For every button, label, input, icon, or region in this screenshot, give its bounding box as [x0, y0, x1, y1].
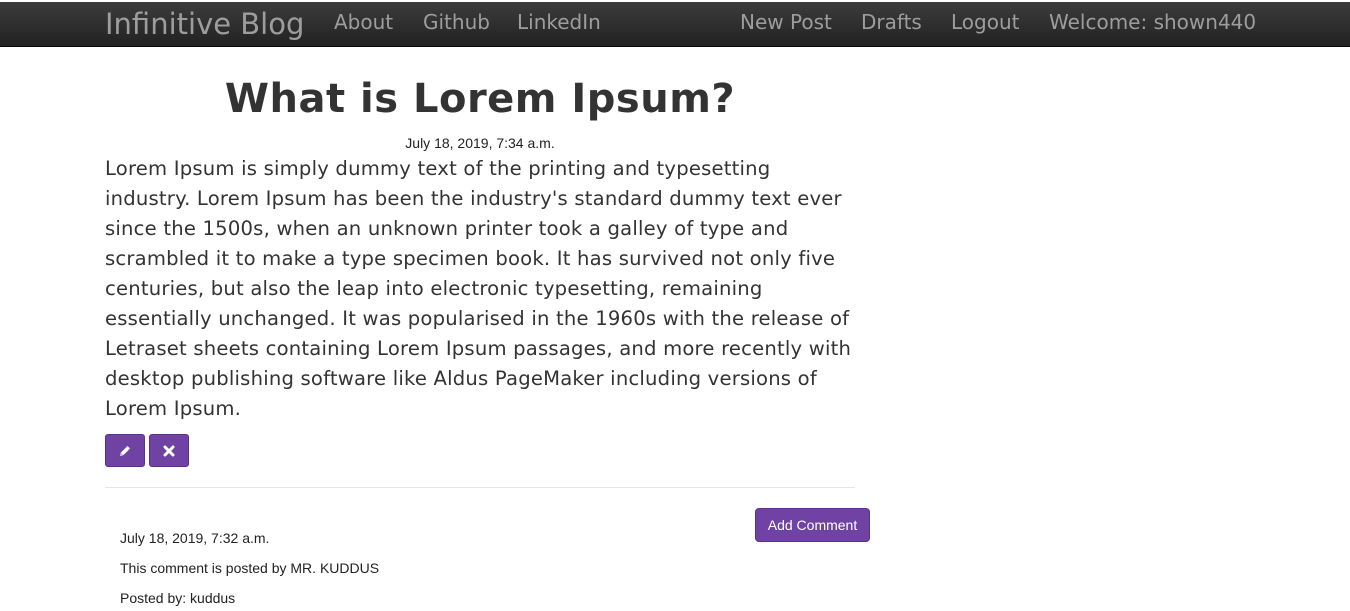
post-date: July 18, 2019, 7:34 a.m. — [405, 135, 555, 151]
close-icon — [163, 445, 175, 457]
comment-author: Posted by: kuddus — [120, 590, 236, 606]
add-comment-button[interactable]: Add Comment — [755, 508, 870, 542]
delete-post-button[interactable] — [149, 434, 189, 467]
comment-date: July 18, 2019, 7:32 a.m. — [120, 530, 270, 546]
top-navbar: Infinitive Blog About Github LinkedIn Ne… — [0, 2, 1350, 47]
welcome-user-text: Welcome: shown440 — [1049, 10, 1257, 34]
nav-linkedin-link[interactable]: LinkedIn — [517, 2, 601, 45]
post-title: What is Lorem Ipsum? — [224, 76, 736, 122]
nav-github-link[interactable]: Github — [423, 2, 490, 45]
pencil-icon — [118, 444, 132, 458]
edit-post-button[interactable] — [105, 434, 145, 467]
post-body: Lorem Ipsum is simply dummy text of the … — [105, 157, 852, 420]
nav-about-link[interactable]: About — [334, 2, 393, 45]
nav-new-post-link[interactable]: New Post — [740, 2, 832, 45]
brand-link[interactable]: Infinitive Blog — [105, 5, 304, 43]
section-divider — [105, 487, 855, 488]
nav-logout-link[interactable]: Logout — [951, 2, 1019, 45]
nav-drafts-link[interactable]: Drafts — [861, 2, 922, 45]
comment-text: This comment is posted by MR. KUDDUS — [120, 560, 380, 576]
